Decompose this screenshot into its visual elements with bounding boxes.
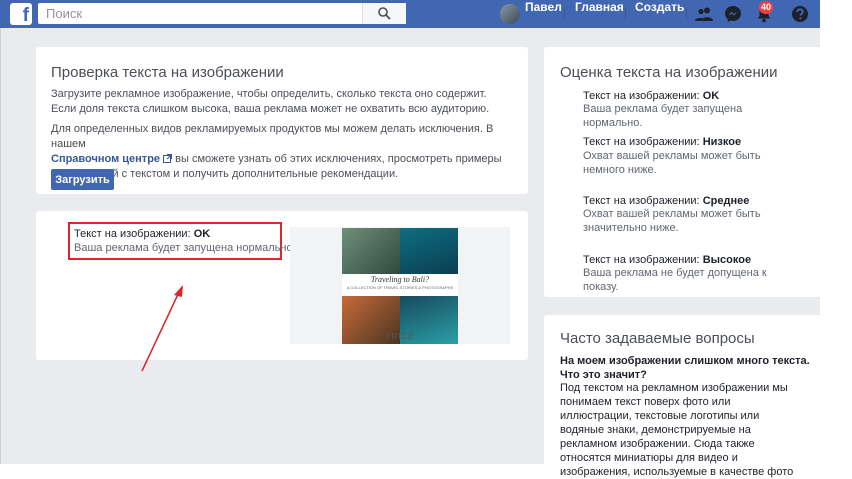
rating-level: OK (702, 90, 720, 102)
rating-item-description: Ваша реклама будет запущена нормально. (583, 103, 743, 129)
scrollbar-gutter (820, 0, 852, 464)
facebook-logo[interactable]: f (10, 3, 32, 25)
nav-divider (564, 8, 565, 20)
profile-link[interactable]: Павел (525, 0, 562, 28)
friends-icon[interactable] (695, 5, 713, 23)
ad-image-preview: Traveling to Bali? A COLLECTION OF TRAVE… (342, 228, 458, 344)
check-intro-text: Загрузите рекламное изображение, чтобы о… (51, 88, 490, 115)
rating-level: Среднее (702, 195, 750, 207)
search-input[interactable] (38, 3, 368, 24)
photo-tile (400, 228, 458, 274)
faq-question[interactable]: На моем изображении слишком много текста… (560, 354, 810, 382)
result-label-text: Текст на изображении: (74, 228, 191, 240)
external-link-icon (163, 154, 173, 163)
faq-panel-title: Часто задаваемые вопросы (560, 330, 755, 347)
notification-badge: 40 (759, 1, 774, 14)
top-bar: f Павел Главная Создать 40 (0, 0, 820, 28)
home-link[interactable]: Главная (575, 0, 624, 28)
create-link[interactable]: Создать (635, 0, 684, 28)
rating-item-label-text: Текст на изображении: (583, 254, 700, 266)
rating-item-label-text: Текст на изображении: (583, 90, 700, 102)
search-button[interactable] (362, 3, 406, 24)
upload-button[interactable]: Загрузить (51, 169, 114, 190)
image-caption-title: Traveling to Bali? (370, 275, 430, 284)
messenger-icon[interactable] (724, 5, 742, 23)
rating-item-description: Охват вашей рекламы может быть значитель… (583, 208, 761, 234)
help-center-link[interactable]: Справочном центре (51, 153, 160, 165)
rating-item-label: Текст на изображении: Низкое (583, 136, 741, 149)
rating-item-description: Ваша реклама не будет допущена к показу. (583, 267, 767, 293)
search-icon (378, 7, 391, 20)
rating-level: Низкое (702, 136, 742, 148)
result-description: Ваша реклама будет запущена нормально. (74, 242, 296, 254)
image-price-label: PRICE (385, 332, 415, 341)
nav-divider (625, 8, 626, 20)
avatar[interactable] (500, 4, 520, 24)
rating-level: Высокое (702, 254, 752, 266)
exceptions-text-start: Для определенных видов рекламируемых про… (51, 123, 494, 150)
check-exceptions-text: Для определенных видов рекламируемых про… (51, 122, 506, 182)
red-arrow-annotation (141, 285, 183, 372)
check-panel-title: Проверка текста на изображении (51, 64, 284, 81)
rating-panel-title: Оценка текста на изображении (560, 64, 778, 81)
rating-item-label-text: Текст на изображении: (583, 136, 700, 148)
image-caption-subtitle: A COLLECTION OF TRAVEL STORIES & PHOTOGR… (346, 285, 454, 290)
photo-tile (342, 228, 400, 274)
nav-divider (686, 8, 687, 20)
help-center-link-label: Справочном центре (51, 153, 161, 165)
help-icon[interactable] (791, 5, 809, 23)
image-caption-band: Traveling to Bali? A COLLECTION OF TRAVE… (342, 274, 458, 296)
faq-answer: Под текстом на рекламном изображении мы … (560, 382, 794, 478)
result-level: OK (193, 228, 211, 240)
result-label: Текст на изображении: OK (74, 228, 210, 241)
rating-item-label-text: Текст на изображении: (583, 195, 700, 207)
rating-item-description: Охват вашей рекламы может быть немного н… (583, 150, 761, 176)
search-box (38, 3, 406, 24)
